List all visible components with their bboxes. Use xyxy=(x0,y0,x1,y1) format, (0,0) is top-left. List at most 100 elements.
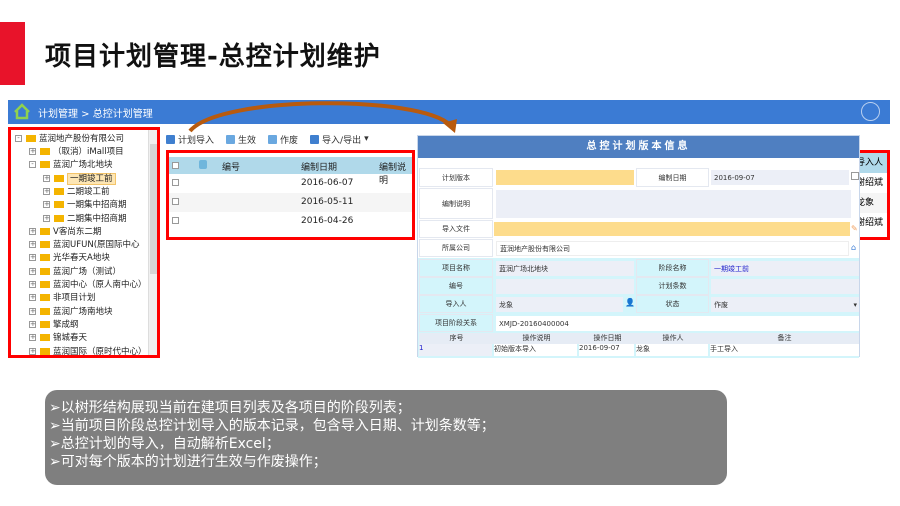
tree-node[interactable]: + 一期竣工前 xyxy=(43,172,116,186)
expand-toggle-icon[interactable]: + xyxy=(43,187,50,195)
breadcrumb: 计划管理 > 总控计划管理 xyxy=(38,109,153,120)
folder-icon xyxy=(40,148,50,155)
cell[interactable]: 手工导入 xyxy=(710,344,859,356)
building-icon[interactable]: ⌂ xyxy=(851,243,856,252)
expand-toggle-icon[interactable]: + xyxy=(29,281,36,288)
row-checkbox[interactable] xyxy=(172,179,179,186)
tree-node[interactable]: + V客尚东二期 xyxy=(29,226,101,239)
label: 编制说明 xyxy=(419,188,493,219)
col-remark: 备注 xyxy=(777,334,792,342)
expand-toggle-icon[interactable]: + xyxy=(29,148,36,155)
relation-field: XMJD-20160400004 xyxy=(496,316,859,331)
home-icon[interactable] xyxy=(13,103,31,120)
folder-icon xyxy=(40,347,50,355)
cell[interactable]: 2016-09-07 xyxy=(579,344,634,356)
project-field: 蓝润广场北地块 xyxy=(496,261,634,276)
tree-node[interactable]: + 一期集中招商期 xyxy=(43,199,127,212)
tree-label: 一期集中招商期 xyxy=(67,200,127,211)
row-date: 2016-05-11 xyxy=(301,197,354,207)
tree-label: 擎成纲 xyxy=(53,319,79,330)
import-file-input[interactable] xyxy=(494,222,850,236)
label: 导入文件 xyxy=(419,220,493,238)
count-field xyxy=(711,279,859,294)
expand-toggle-icon[interactable]: + xyxy=(29,254,36,262)
expand-toggle-icon[interactable]: + xyxy=(29,227,36,235)
slide-title: 项目计划管理-总控计划维护 xyxy=(45,42,381,72)
folder-icon xyxy=(40,307,50,315)
tree-label: 光华春天A地块 xyxy=(53,253,110,264)
tree-node[interactable]: + 光华春天A地块 xyxy=(29,252,110,265)
cell[interactable]: 龙象 xyxy=(636,344,708,356)
row-checkbox[interactable] xyxy=(172,198,179,205)
note-line: ➢总控计划的导入，自动解析Excel； xyxy=(49,436,280,452)
tree-node[interactable]: + 蓝润UFUN(原国际中心 xyxy=(29,239,140,252)
scroll-thumb[interactable] xyxy=(150,144,157,274)
folder-icon xyxy=(40,227,50,235)
tree-node[interactable]: + （取消）iMall项目 xyxy=(29,146,124,159)
user-icon[interactable]: 👤 xyxy=(625,298,635,307)
folder-icon xyxy=(40,267,50,275)
select-all-checkbox[interactable] xyxy=(172,162,179,169)
edit-date-field[interactable]: 2016-09-07 xyxy=(711,170,849,185)
tree-node[interactable]: + 蓝润广场（测试） xyxy=(29,266,121,279)
label: 导入人 xyxy=(419,295,493,313)
status-select[interactable]: 作废 ▾ xyxy=(711,297,859,312)
row-date: 2016-04-26 xyxy=(301,216,354,226)
grid-header: 编号 编制日期 编制说明 xyxy=(169,157,412,186)
col-date[interactable]: 编制日期 xyxy=(301,160,337,173)
plan-version-input[interactable] xyxy=(496,170,634,185)
expand-toggle-icon[interactable]: - xyxy=(29,161,36,169)
chevron-down-icon: ▾ xyxy=(853,300,857,309)
cell[interactable]: 初始版本导入 xyxy=(494,344,577,356)
tree-node[interactable]: + 擎成纲 xyxy=(29,319,79,332)
tree-scrollbar[interactable] xyxy=(148,130,157,355)
expand-toggle-icon[interactable]: + xyxy=(43,174,50,182)
tree-node[interactable]: + 二期集中招商期 xyxy=(43,213,127,226)
tree-label: 二期集中招商期 xyxy=(67,213,127,224)
tree-node[interactable]: + 非项目计划 xyxy=(29,292,96,305)
col-importer: 导入人 xyxy=(860,153,887,173)
expand-toggle-icon[interactable]: + xyxy=(43,214,50,222)
col-operation: 操作说明 xyxy=(522,334,551,342)
row-checkbox[interactable] xyxy=(172,217,179,224)
description-textarea[interactable] xyxy=(496,190,851,218)
cell: 龙象 xyxy=(860,193,887,213)
tree-label: 蓝润广场北地块 xyxy=(53,160,113,171)
tree-node[interactable]: + 锦城春天 xyxy=(29,332,87,345)
attachment-icon[interactable]: ✎ xyxy=(851,224,858,233)
label: 计划条数 xyxy=(636,277,709,295)
table-row[interactable]: 2016-04-26 xyxy=(169,212,412,231)
calendar-icon[interactable] xyxy=(851,172,859,180)
table-row[interactable]: 2016-06-07 xyxy=(169,174,412,193)
tree-node[interactable]: - 蓝润广场北地块 xyxy=(29,159,113,172)
expand-toggle-icon[interactable]: + xyxy=(43,201,50,209)
label: 状态 xyxy=(636,295,709,313)
importer-field[interactable]: 龙象 xyxy=(496,297,623,312)
expand-toggle-icon[interactable]: + xyxy=(29,267,36,275)
tree-root[interactable]: - 蓝润地产股份有限公司 xyxy=(15,133,124,146)
tree-node[interactable]: + 二期竣工前 xyxy=(43,186,110,199)
expand-toggle-icon[interactable]: + xyxy=(29,294,36,302)
expand-toggle-icon[interactable]: + xyxy=(29,334,36,342)
expand-toggle-icon[interactable]: + xyxy=(29,347,36,355)
tree-node[interactable]: + 蓝润国际（原时代中心） xyxy=(29,346,147,355)
expand-toggle-icon[interactable]: + xyxy=(29,241,36,249)
cell: 谢绍斌 xyxy=(857,178,884,188)
tree-node[interactable]: + 蓝润广场南地块 xyxy=(29,306,113,319)
tree-label: 蓝润广场南地块 xyxy=(53,306,113,317)
col-op-date: 操作日期 xyxy=(593,334,622,342)
col-code[interactable]: 编号 xyxy=(222,160,240,173)
tree-node[interactable]: + 蓝润中心（原人南中心） xyxy=(29,279,147,292)
accent-bar xyxy=(0,22,25,85)
tree-label: 蓝润广场（测试） xyxy=(53,266,122,277)
note-line: ➢当前项目阶段总控计划导入的版本记录，包含导入日期、计划条数等； xyxy=(49,418,495,434)
clock-icon[interactable] xyxy=(861,102,880,121)
expand-toggle-icon[interactable]: + xyxy=(29,320,36,328)
folder-icon xyxy=(40,294,50,302)
expand-toggle-icon[interactable]: + xyxy=(29,307,36,315)
tree-label: V客尚东二期 xyxy=(53,226,102,237)
table-row[interactable]: 2016-05-11 xyxy=(169,193,412,212)
company-field[interactable]: 蓝润地产股份有限公司 xyxy=(496,241,849,256)
tree-label: 蓝润地产股份有限公司 xyxy=(39,134,125,144)
tree-label: 非项目计划 xyxy=(53,293,96,304)
